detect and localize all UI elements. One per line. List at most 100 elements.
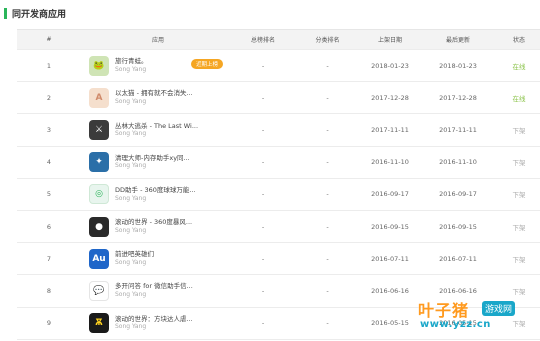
total-rank: -: [261, 158, 265, 167]
developer-name: Song Yang: [115, 162, 147, 170]
header-app: 应用: [151, 37, 164, 44]
app-name[interactable]: 以太猫 - 拥有就不会消失...: [115, 89, 193, 98]
dark-hero-app-icon[interactable]: ●: [89, 216, 109, 237]
app-name[interactable]: 滚动的世界 - 360度暴风...: [115, 218, 192, 227]
app-cell[interactable]: A 以太猫 - 拥有就不会消失... Song Yang: [87, 82, 229, 113]
section-title: 同开发商应用: [12, 9, 67, 20]
app-name[interactable]: DD助手 - 360度球球万能...: [115, 186, 196, 195]
watermark-tag: 游戏网: [482, 301, 516, 316]
row-index: 3: [46, 125, 52, 134]
listed-date: 2016-05-15: [371, 319, 409, 328]
updated-date: 2018-01-23: [439, 61, 477, 70]
developer-name: Song Yang: [115, 226, 147, 234]
app-name[interactable]: 滚动的世界：方块达人虐...: [115, 315, 193, 324]
table-row[interactable]: 5 ◎ DD助手 - 360度球球万能... Song Yang - - 201…: [17, 179, 540, 211]
row-index: 6: [46, 222, 52, 231]
au-app-icon[interactable]: Au: [89, 248, 109, 269]
table-row[interactable]: 1 🐸 旅行青蛙。 Song Yang 近期上榜 - - 2018-01-23 …: [17, 50, 540, 83]
app-cell[interactable]: Ѫ 滚动的世界：方块达人虐... Song Yang: [87, 308, 229, 339]
row-index: 4: [46, 158, 52, 167]
header-status: 状态: [512, 37, 525, 44]
table-row[interactable]: 4 ✦ 清理大师-内存助手xy同... Song Yang - - 2016-1…: [17, 147, 540, 179]
total-rank: -: [261, 190, 265, 199]
status-badge: 下架: [512, 159, 526, 168]
total-rank: -: [261, 254, 265, 263]
listed-date: 2016-06-16: [371, 286, 409, 295]
category-rank: -: [326, 61, 329, 70]
category-rank: -: [326, 319, 329, 328]
section-header: 同开发商应用: [4, 6, 66, 20]
header-index: #: [46, 36, 52, 43]
table-row[interactable]: 6 ● 滚动的世界 - 360度暴风... Song Yang - - 2016…: [17, 211, 540, 244]
status-badge: 在线: [512, 62, 526, 71]
total-rank: -: [261, 61, 265, 70]
category-rank: -: [326, 190, 329, 199]
total-rank: -: [261, 222, 265, 231]
listed-date: 2017-12-28: [371, 93, 409, 102]
row-index: 2: [46, 93, 52, 102]
category-rank: -: [326, 93, 329, 102]
title-accent-bar: [4, 7, 7, 19]
status-badge: 下架: [512, 126, 526, 135]
listed-date: 2017-11-11: [371, 125, 409, 134]
status-badge: 下架: [512, 223, 526, 232]
category-rank: -: [326, 125, 329, 134]
developer-name: Song Yang: [115, 194, 147, 202]
listed-date: 2016-09-15: [371, 222, 409, 231]
app-cell[interactable]: ● 滚动的世界 - 360度暴风... Song Yang: [87, 211, 229, 242]
total-rank: -: [261, 93, 265, 102]
frog-app-icon[interactable]: 🐸: [89, 55, 109, 76]
watermark-logo-text: 叶子猪: [418, 301, 470, 320]
chat-app-icon[interactable]: 💬: [89, 280, 109, 301]
app-name[interactable]: 丛林大逃杀 - The Last Wi...: [115, 122, 198, 131]
total-rank: -: [261, 125, 265, 134]
updated-date: 2017-11-11: [439, 125, 477, 134]
app-cell[interactable]: Au 前进吧英雄们 Song Yang: [87, 243, 229, 274]
category-rank: -: [326, 286, 329, 295]
app-name[interactable]: 清理大师-内存助手xy同...: [115, 154, 190, 163]
app-name[interactable]: 多开问答 for 微信助手信...: [115, 282, 193, 291]
row-index: 9: [46, 319, 52, 328]
header-listed-date[interactable]: 上架日期: [361, 30, 419, 49]
listed-date: 2016-11-10: [371, 158, 409, 167]
app-cell[interactable]: ⚔ 丛林大逃杀 - The Last Wi... Song Yang: [87, 114, 229, 145]
updated-date: 2016-11-10: [439, 158, 477, 167]
developer-name: Song Yang: [115, 291, 147, 299]
table-row[interactable]: 2 A 以太猫 - 拥有就不会消失... Song Yang - - 2017-…: [17, 82, 540, 115]
developer-name: Song Yang: [115, 65, 147, 73]
row-index: 8: [46, 286, 52, 295]
table-header: # 应用 总榜排名 分类排名 上架日期 最后更新 状态: [17, 30, 540, 50]
header-total-rank[interactable]: 总榜排名: [235, 30, 291, 49]
recent-chart-badge: 近期上榜: [191, 59, 224, 69]
updated-date: 2016-07-11: [439, 254, 477, 263]
developer-name: Song Yang: [115, 323, 147, 331]
cleaner-app-icon[interactable]: ✦: [89, 152, 109, 173]
app-cell[interactable]: 💬 多开问答 for 微信助手信... Song Yang: [87, 275, 229, 306]
row-index: 7: [46, 254, 52, 263]
category-rank: -: [326, 158, 329, 167]
header-category-rank[interactable]: 分类排名: [300, 30, 355, 49]
status-badge: 在线: [512, 94, 526, 103]
table-row[interactable]: 3 ⚔ 丛林大逃杀 - The Last Wi... Song Yang - -…: [17, 114, 540, 147]
apps-table: # 应用 总榜排名 分类排名 上架日期 最后更新 状态 1 🐸 旅行青蛙。 So…: [17, 29, 540, 340]
yb-app-icon[interactable]: Ѫ: [89, 313, 109, 334]
listed-date: 2016-09-17: [371, 190, 409, 199]
table-row[interactable]: 7 Au 前进吧英雄们 Song Yang - - 2016-07-11 201…: [17, 243, 540, 276]
total-rank: -: [261, 286, 265, 295]
header-updated[interactable]: 最后更新: [427, 30, 489, 49]
ball-app-icon[interactable]: ◎: [89, 184, 109, 205]
app-cell[interactable]: ✦ 清理大师-内存助手xy同... Song Yang: [87, 147, 229, 178]
total-rank: -: [261, 319, 265, 328]
updated-date: 2017-12-28: [439, 93, 477, 102]
row-index: 1: [46, 61, 52, 70]
soldier-app-icon[interactable]: ⚔: [89, 119, 109, 140]
developer-name: Song Yang: [115, 130, 147, 138]
cat-app-icon[interactable]: A: [89, 87, 109, 108]
app-name[interactable]: 旅行青蛙。: [115, 57, 148, 66]
listed-date: 2016-07-11: [371, 254, 409, 263]
updated-date: 2016-09-17: [439, 190, 477, 199]
updated-date: 2016-09-15: [439, 222, 477, 231]
row-index: 5: [46, 190, 52, 199]
app-name[interactable]: 前进吧英雄们: [115, 250, 154, 259]
app-cell[interactable]: ◎ DD助手 - 360度球球万能... Song Yang: [87, 179, 229, 210]
